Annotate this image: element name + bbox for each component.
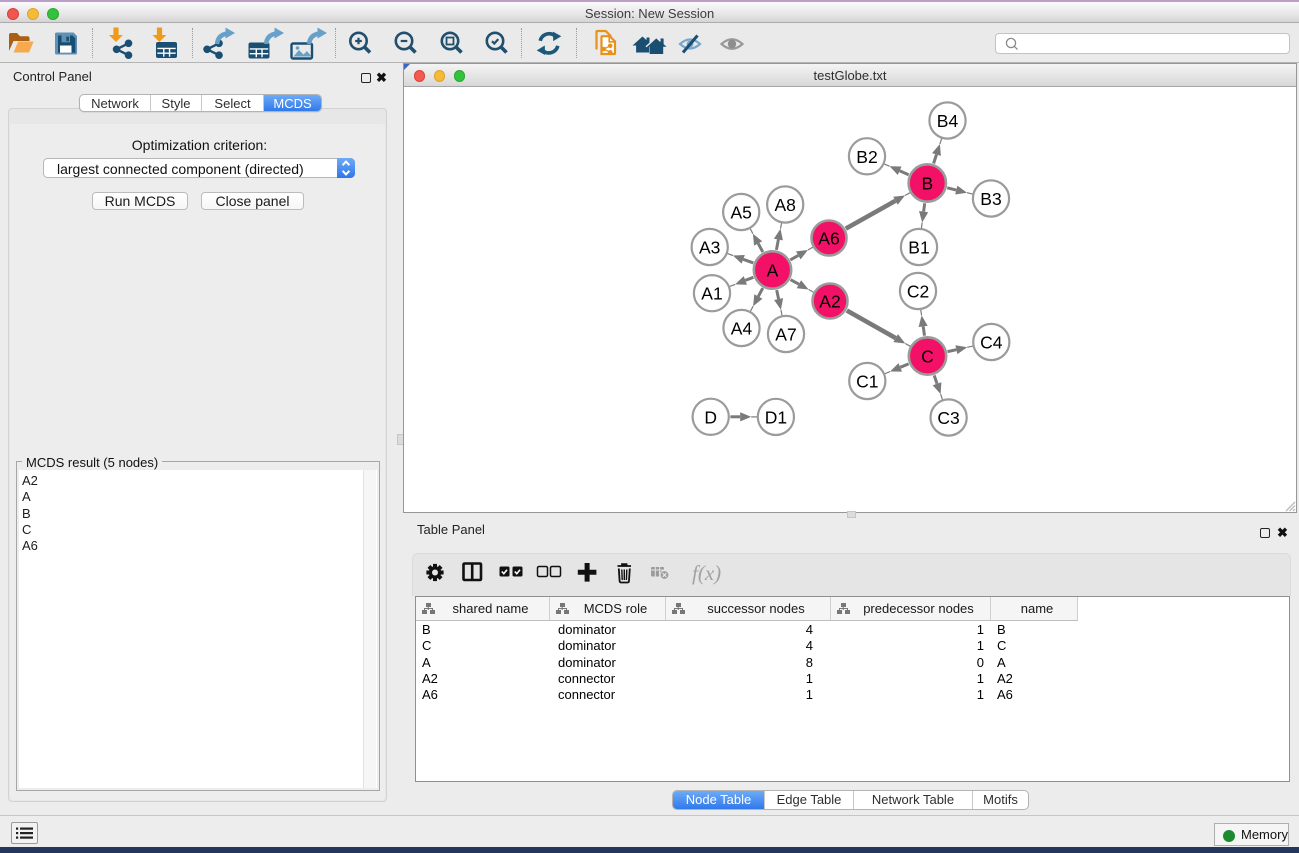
svg-text:C4: C4	[980, 333, 1003, 353]
svg-text:B3: B3	[980, 189, 1001, 209]
svg-text:B2: B2	[856, 147, 877, 167]
svg-text:B1: B1	[908, 238, 929, 258]
svg-text:D1: D1	[765, 407, 787, 427]
svg-text:A: A	[767, 261, 779, 281]
svg-text:A6: A6	[818, 229, 839, 249]
svg-text:A3: A3	[699, 238, 720, 258]
svg-text:B4: B4	[937, 111, 959, 131]
svg-text:C2: C2	[907, 282, 929, 302]
svg-text:f(x): f(x)	[692, 561, 721, 585]
svg-text:C: C	[921, 347, 934, 367]
svg-text:C3: C3	[937, 408, 959, 428]
svg-text:A1: A1	[701, 284, 722, 304]
svg-text:C1: C1	[856, 372, 878, 392]
svg-text:A4: A4	[731, 319, 753, 339]
svg-text:A2: A2	[819, 292, 840, 312]
svg-text:A8: A8	[774, 195, 795, 215]
svg-text:B: B	[921, 174, 933, 194]
svg-text:D: D	[704, 407, 717, 427]
svg-text:A5: A5	[730, 203, 751, 223]
svg-text:A7: A7	[775, 325, 796, 345]
